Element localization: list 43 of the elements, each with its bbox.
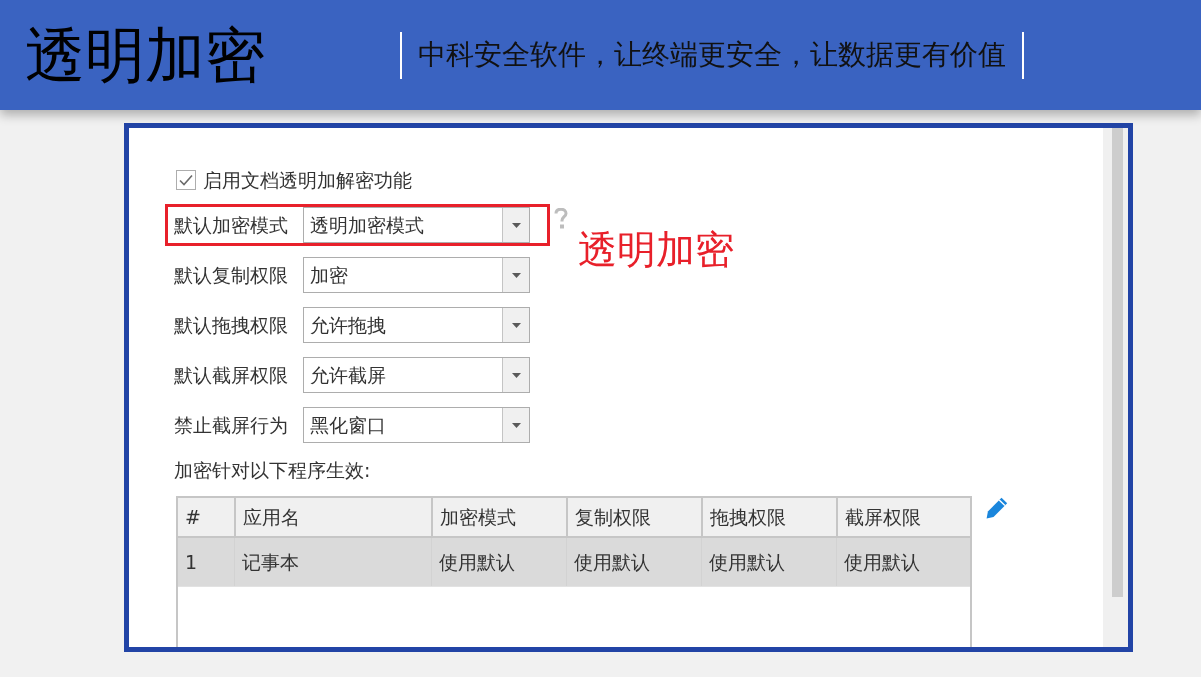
dropdown[interactable]: 允许截屏 bbox=[303, 357, 530, 393]
caret-icon bbox=[511, 322, 521, 328]
caret-icon bbox=[511, 372, 521, 378]
table-cell: 使用默认 bbox=[431, 538, 566, 586]
field-label: 禁止截屏行为 bbox=[174, 415, 289, 435]
caret-icon bbox=[511, 422, 521, 428]
table-cell-text: 1 bbox=[184, 549, 199, 575]
column-header[interactable]: # bbox=[178, 498, 234, 536]
section-label: 加密针对以下程序生效: bbox=[174, 458, 371, 482]
table-cell: 使用默认 bbox=[566, 538, 701, 586]
column-header[interactable]: 复制权限 bbox=[566, 498, 701, 536]
field-label: 默认加密模式 bbox=[174, 215, 289, 235]
dropdown[interactable]: 允许拖拽 bbox=[303, 307, 530, 343]
table-cell: 记事本 bbox=[234, 538, 431, 586]
checkbox-label: 启用文档透明加解密功能 bbox=[203, 170, 412, 190]
dropdown[interactable]: 黑化窗口 bbox=[303, 407, 530, 443]
caret-icon bbox=[511, 272, 521, 278]
table-cell: 使用默认 bbox=[836, 538, 970, 586]
checkbox[interactable] bbox=[176, 170, 196, 190]
dropdown-button[interactable] bbox=[502, 358, 529, 392]
help-icon[interactable] bbox=[554, 208, 568, 229]
scrollbar-track[interactable] bbox=[1103, 128, 1128, 647]
table-row[interactable]: 1 记事本 使用默认 使用默认 使用默认 使用默认 bbox=[178, 538, 970, 586]
column-header[interactable]: 拖拽权限 bbox=[701, 498, 836, 536]
scrollbar-thumb[interactable] bbox=[1112, 128, 1123, 597]
annotation-text: 透明加密 bbox=[578, 230, 734, 269]
field-label: 默认截屏权限 bbox=[174, 365, 289, 385]
field-label: 默认复制权限 bbox=[174, 265, 289, 285]
field-label: 默认拖拽权限 bbox=[174, 315, 289, 335]
slogan: 中科安全软件，让终端更安全，让数据更有价值 bbox=[400, 31, 1024, 79]
dropdown-button[interactable] bbox=[502, 208, 529, 242]
dropdown-button[interactable] bbox=[502, 408, 529, 442]
dropdown-button[interactable] bbox=[502, 258, 529, 292]
column-header[interactable]: 应用名 bbox=[234, 498, 431, 536]
column-header[interactable]: 截屏权限 bbox=[836, 498, 970, 536]
page-title: 透明加密 bbox=[25, 25, 265, 85]
pencil-icon[interactable] bbox=[985, 497, 1008, 519]
table-cell: 使用默认 bbox=[701, 538, 836, 586]
caret-icon bbox=[511, 222, 521, 228]
dropdown[interactable]: 加密 bbox=[303, 257, 530, 293]
dropdown-button[interactable] bbox=[502, 308, 529, 342]
dropdown[interactable]: 透明加密模式 bbox=[303, 207, 530, 243]
column-header[interactable]: 加密模式 bbox=[431, 498, 566, 536]
